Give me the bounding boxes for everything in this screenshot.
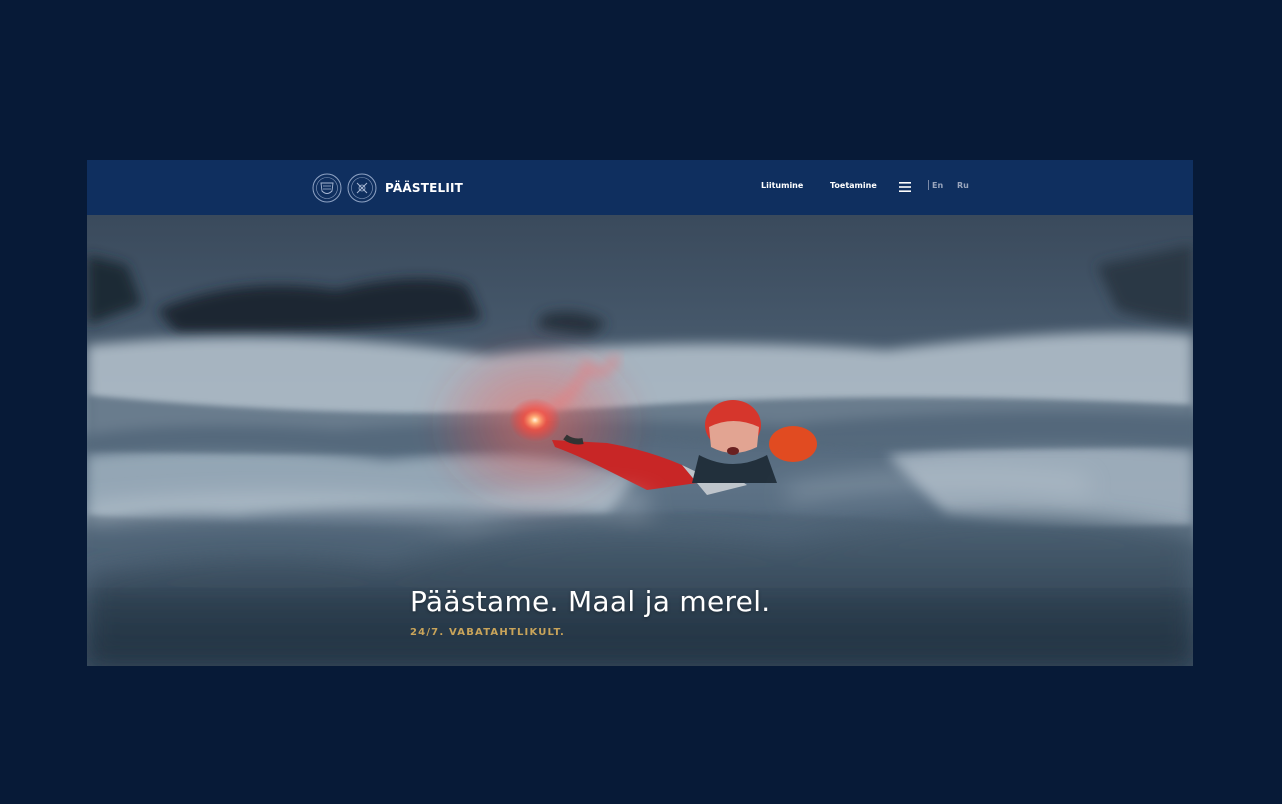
language-divider [928, 180, 929, 190]
language-en[interactable]: En [932, 181, 943, 190]
hero-title: Päästame. Maal ja merel. [410, 585, 771, 618]
hero-subtitle: 24/7. VABATAHTLIKULT. [410, 627, 565, 638]
hamburger-menu-icon[interactable] [899, 182, 911, 192]
language-ru[interactable]: Ru [957, 181, 969, 190]
brand-name: PÄÄSTELIIT [385, 181, 464, 195]
top-navbar: PÄÄSTELIIT Liitumine Toetamine En Ru [87, 160, 1193, 215]
coat-of-arms-icon [312, 173, 342, 203]
rescue-emblem-icon [347, 173, 377, 203]
nav-link-toetamine[interactable]: Toetamine [830, 181, 877, 190]
nav-link-liitumine[interactable]: Liitumine [761, 181, 803, 190]
hero-section: Päästame. Maal ja merel. 24/7. VABATAHTL… [87, 215, 1193, 666]
website-window: PÄÄSTELIIT Liitumine Toetamine En Ru Pää… [87, 160, 1193, 666]
brand-logo[interactable]: PÄÄSTELIIT [312, 172, 463, 204]
